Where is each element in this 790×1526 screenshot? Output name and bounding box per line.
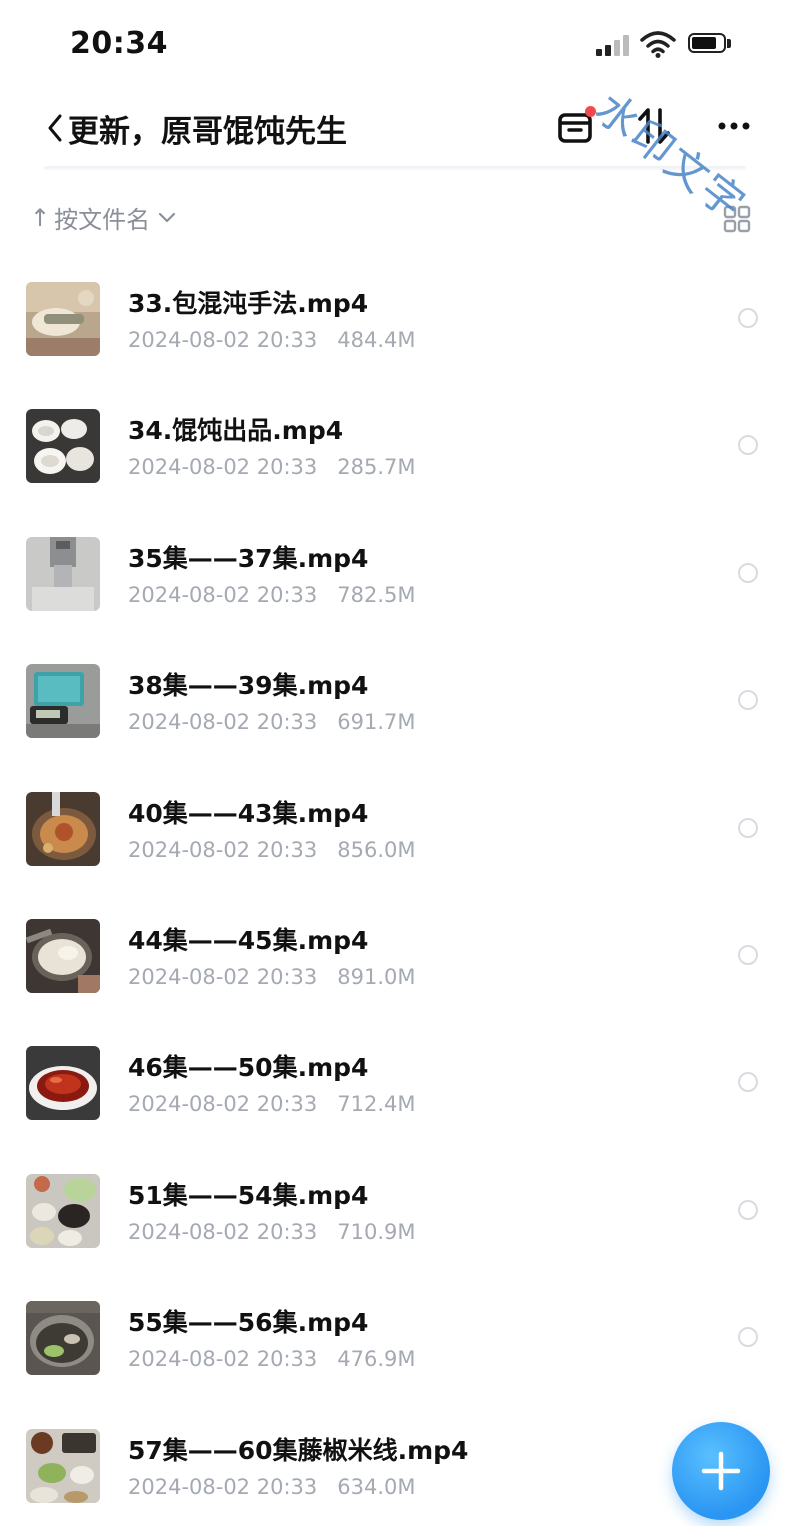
file-date: 2024-08-02 20:33 xyxy=(128,1347,318,1372)
file-row[interactable]: 34.馄饨出品.mp4 2024-08-02 20:33 285.7M xyxy=(0,381,790,508)
grid-view-button[interactable] xyxy=(722,204,752,234)
file-row[interactable]: 51集——54集.mp4 2024-08-02 20:33 710.9M xyxy=(0,1146,790,1273)
nav-divider xyxy=(44,166,746,170)
sort-label: 按文件名 xyxy=(54,206,151,234)
file-size: 484.4M xyxy=(337,328,416,352)
file-size: 712.4M xyxy=(337,1092,416,1117)
video-thumbnail xyxy=(26,282,100,356)
file-date: 2024-08-02 20:33 xyxy=(128,328,318,352)
file-name: 51集——54集.mp4 xyxy=(128,1180,369,1210)
video-thumbnail xyxy=(26,664,100,739)
video-thumbnail xyxy=(26,1046,100,1121)
select-checkbox[interactable] xyxy=(738,1199,758,1220)
file-meta: 2024-08-02 20:33 712.4M xyxy=(128,1092,416,1116)
file-date: 2024-08-02 20:33 xyxy=(128,1092,318,1117)
file-meta: 2024-08-02 20:33 856.0M xyxy=(128,838,416,862)
file-date: 2024-08-02 20:33 xyxy=(128,1219,318,1244)
nav-bar: 更新，原哥馄饨先生 xyxy=(0,88,790,168)
file-meta: 2024-08-02 20:33 484.4M xyxy=(128,328,416,352)
video-thumbnail xyxy=(26,1428,100,1503)
file-row[interactable]: 46集——50集.mp4 2024-08-02 20:33 712.4M xyxy=(0,1018,790,1145)
file-row[interactable]: 35集——37集.mp4 2024-08-02 20:33 782.5M xyxy=(0,509,790,636)
file-size: 285.7M xyxy=(337,455,416,480)
file-size: 476.9M xyxy=(337,1347,416,1372)
select-checkbox[interactable] xyxy=(738,944,758,965)
file-date: 2024-08-02 20:33 xyxy=(128,837,318,862)
file-row[interactable]: 55集——56集.mp4 2024-08-02 20:33 476.9M xyxy=(0,1273,790,1400)
file-name: 40集——43集.mp4 xyxy=(128,798,369,828)
file-list: 33.包混沌手法.mp4 2024-08-02 20:33 484.4M 34.馄… xyxy=(0,254,790,1526)
select-checkbox[interactable] xyxy=(738,308,758,328)
video-thumbnail xyxy=(26,791,100,866)
file-date: 2024-08-02 20:33 xyxy=(128,1474,318,1499)
file-size: 710.9M xyxy=(337,1219,416,1244)
file-date: 2024-08-02 20:33 xyxy=(128,710,318,735)
sort-order-button[interactable] xyxy=(630,102,678,150)
file-size: 856.0M xyxy=(337,837,416,862)
video-thumbnail xyxy=(26,409,100,484)
file-date: 2024-08-02 20:33 xyxy=(128,455,318,480)
file-meta: 2024-08-02 20:33 476.9M xyxy=(128,1347,416,1371)
select-checkbox[interactable] xyxy=(738,435,758,456)
file-meta: 2024-08-02 20:33 782.5M xyxy=(128,583,416,607)
wifi-icon xyxy=(640,30,676,58)
file-meta: 2024-08-02 20:33 285.7M xyxy=(128,455,416,479)
file-size: 691.7M xyxy=(337,710,416,735)
file-row[interactable]: 38集——39集.mp4 2024-08-02 20:33 691.7M xyxy=(0,636,790,763)
select-checkbox[interactable] xyxy=(738,690,758,711)
sort-up-arrow-icon: ↑ xyxy=(30,203,51,232)
transfer-list-button[interactable] xyxy=(552,102,600,150)
file-size: 891.0M xyxy=(337,964,416,989)
file-meta: 2024-08-02 20:33 891.0M xyxy=(128,965,416,989)
video-thumbnail xyxy=(26,536,100,611)
video-thumbnail xyxy=(26,1301,100,1376)
video-thumbnail xyxy=(26,1173,100,1248)
more-dots-icon xyxy=(718,122,750,130)
file-name: 33.包混沌手法.mp4 xyxy=(128,289,369,318)
select-checkbox[interactable] xyxy=(738,1072,758,1093)
file-row[interactable]: 44集——45集.mp4 2024-08-02 20:33 891.0M xyxy=(0,891,790,1018)
sort-bar: ↑ 按文件名 xyxy=(0,190,790,248)
file-name: 46集——50集.mp4 xyxy=(128,1053,369,1083)
notification-dot xyxy=(585,106,596,117)
plus-icon xyxy=(701,1451,741,1491)
file-row[interactable]: 40集——43集.mp4 2024-08-02 20:33 856.0M xyxy=(0,764,790,891)
status-time: 20:34 xyxy=(70,26,168,61)
back-chevron-icon xyxy=(48,114,62,142)
file-size: 634.0M xyxy=(337,1474,416,1499)
back-button[interactable]: 更新，原哥馄饨先生 xyxy=(44,106,347,150)
file-meta: 2024-08-02 20:33 710.9M xyxy=(128,1220,416,1244)
file-meta: 2024-08-02 20:33 691.7M xyxy=(128,710,416,734)
sort-by-name-button[interactable]: ↑ 按文件名 xyxy=(30,200,176,235)
video-thumbnail xyxy=(26,918,100,993)
page-title: 更新，原哥馄饨先生 xyxy=(68,113,347,150)
status-bar: 20:34 xyxy=(0,0,790,88)
file-name: 34.馄饨出品.mp4 xyxy=(128,416,344,446)
select-checkbox[interactable] xyxy=(738,1327,758,1348)
add-file-button[interactable] xyxy=(672,1422,770,1520)
chevron-down-icon xyxy=(159,212,176,222)
sort-arrows-icon xyxy=(638,108,670,144)
file-date: 2024-08-02 20:33 xyxy=(128,582,318,607)
select-checkbox[interactable] xyxy=(738,817,758,838)
file-name: 35集——37集.mp4 xyxy=(128,543,369,573)
file-name: 38集——39集.mp4 xyxy=(128,671,369,701)
file-name: 57集——60集藤椒米线.mp4 xyxy=(128,1435,469,1465)
file-size: 782.5M xyxy=(337,582,416,607)
file-name: 55集——56集.mp4 xyxy=(128,1308,369,1338)
select-checkbox[interactable] xyxy=(738,562,758,583)
screen: 20:34 更新，原哥馄饨先生 ↑ 按文件名 33.包混沌手法.mp4 2024… xyxy=(0,0,790,1526)
file-name: 44集——45集.mp4 xyxy=(128,925,369,955)
battery-icon xyxy=(688,33,732,55)
cellular-signal-icon xyxy=(596,34,630,56)
more-options-button[interactable] xyxy=(710,102,758,150)
file-date: 2024-08-02 20:33 xyxy=(128,964,318,989)
file-row[interactable]: 33.包混沌手法.mp4 2024-08-02 20:33 484.4M xyxy=(0,254,790,381)
grid-icon xyxy=(723,205,751,233)
file-meta: 2024-08-02 20:33 634.0M xyxy=(128,1475,416,1499)
